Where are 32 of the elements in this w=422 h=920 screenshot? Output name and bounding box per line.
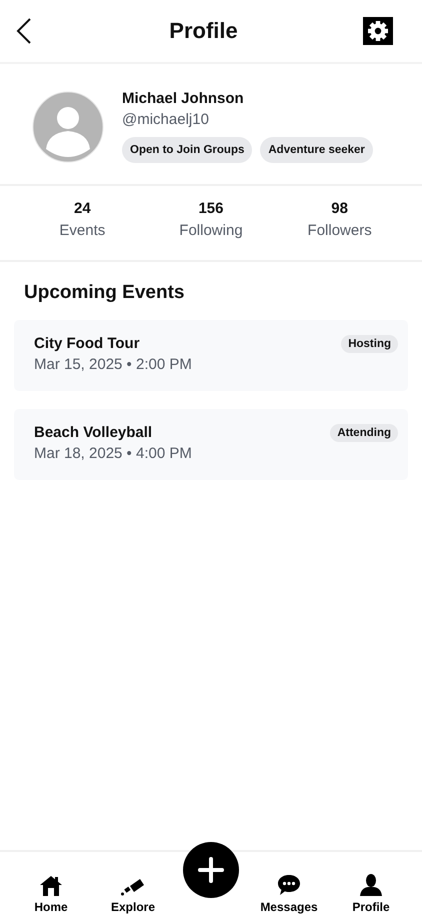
stat-value: 156 — [198, 200, 224, 217]
nav-tab[interactable]: Messages — [257, 874, 321, 914]
event-card[interactable]: Beach Volleyball Mar 18, 2025 • 4:00 PM Attending — [14, 409, 408, 480]
stat-label: Followers — [308, 222, 372, 239]
nav-tab[interactable]: Explore — [101, 878, 165, 914]
nav-tab[interactable]: Profile — [339, 874, 403, 914]
plus-icon — [198, 857, 224, 883]
interest-tag: Adventure seeker — [260, 137, 373, 163]
user-name: Michael Johnson — [122, 90, 245, 107]
user-handle: @michaelj10 — [122, 111, 210, 128]
stat-value: 98 — [331, 200, 348, 217]
stat-label: Following — [179, 222, 243, 239]
event-time: Mar 18, 2025 • 4:00 PM — [34, 445, 192, 462]
telescope-icon — [121, 878, 145, 896]
page-title: Profile — [169, 18, 238, 44]
nav-tab[interactable]: Home — [19, 876, 83, 914]
event-name: City Food Tour — [34, 335, 141, 352]
stat-value: 24 — [74, 200, 91, 217]
chat-bubble-icon — [277, 874, 301, 896]
interest-tag: Open to Join Groups — [122, 137, 252, 163]
settings-icon[interactable] — [363, 17, 393, 45]
role-badge: Attending — [330, 424, 398, 442]
back-icon[interactable] — [16, 18, 32, 44]
avatar-icon — [32, 90, 104, 162]
role-badge: Hosting — [341, 335, 398, 353]
event-name: Beach Volleyball — [34, 424, 154, 441]
stat-label: Events — [59, 222, 106, 239]
event-card[interactable]: City Food Tour Mar 15, 2025 • 2:00 PM Hosting — [14, 320, 408, 391]
event-time: Mar 15, 2025 • 2:00 PM — [34, 356, 192, 373]
home-icon — [40, 876, 62, 896]
section-title: Upcoming Events — [24, 282, 186, 304]
person-icon — [360, 874, 382, 896]
